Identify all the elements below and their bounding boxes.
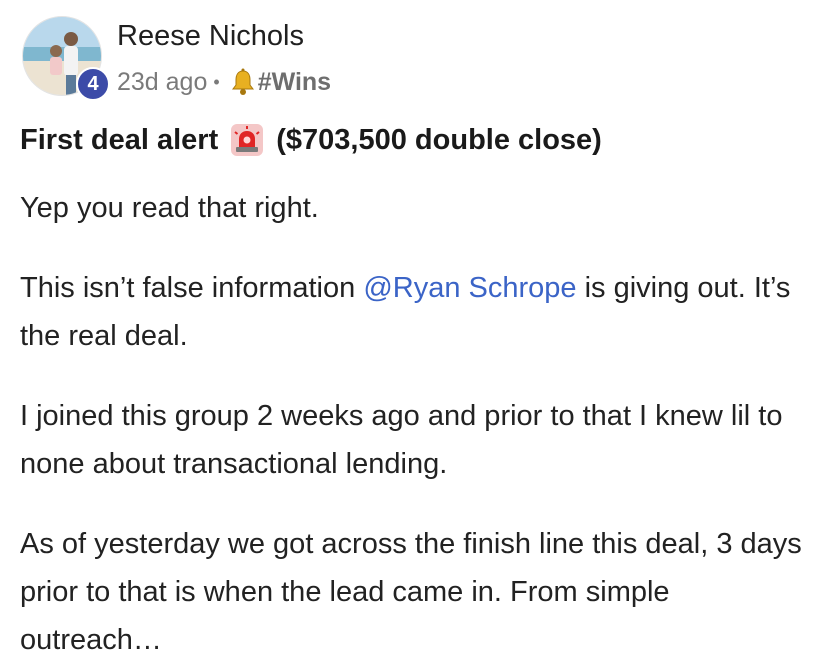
category-link[interactable]: #Wins bbox=[258, 68, 331, 97]
bell-icon bbox=[228, 67, 258, 97]
post-meta: 23d ago • #Wins bbox=[117, 64, 331, 100]
post-card: 4 Reese Nichols 23d ago • #Wins First de… bbox=[0, 0, 828, 664]
post-time[interactable]: 23d ago bbox=[117, 68, 207, 97]
post-title-text: First deal alert bbox=[20, 123, 219, 156]
post-body: Yep you read that right. This isn’t fals… bbox=[20, 184, 810, 664]
body-paragraph-2: This isn’t false information @Ryan Schro… bbox=[20, 264, 810, 360]
mention-link[interactable]: @Ryan Schrope bbox=[363, 272, 576, 304]
meta-separator: • bbox=[213, 72, 220, 92]
post-title-amount: ($703,500 double close) bbox=[276, 123, 602, 156]
body-paragraph-1: Yep you read that right. bbox=[20, 192, 319, 224]
level-badge: 4 bbox=[76, 67, 110, 101]
body-paragraph-3: I joined this group 2 weeks ago and prio… bbox=[20, 400, 783, 480]
siren-icon bbox=[230, 123, 264, 157]
author-name[interactable]: Reese Nichols bbox=[117, 20, 304, 53]
paragraph-2-text-start: This isn’t false information bbox=[20, 272, 364, 304]
body-paragraph-4: As of yesterday we got across the finish… bbox=[20, 528, 802, 656]
post-title: First deal alert ($703,500 double close) bbox=[20, 120, 602, 160]
author-avatar-wrap[interactable]: 4 bbox=[22, 16, 110, 101]
